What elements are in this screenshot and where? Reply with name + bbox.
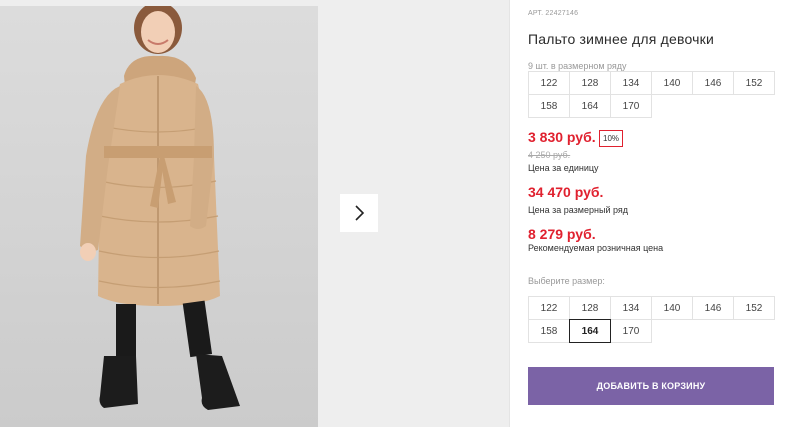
chevron-right-icon (355, 205, 365, 221)
retail-price-note: Рекомендуемая розничная цена (528, 243, 664, 253)
size-option[interactable]: 128 (569, 296, 611, 320)
retail-price: 8 279 руб. (528, 226, 596, 242)
size-option[interactable]: 158 (528, 319, 570, 343)
pack-size-item: 134 (610, 71, 652, 95)
size-selector: 122 128 134 140 146 152 158 164 170 (528, 296, 775, 343)
product-gallery (0, 0, 509, 427)
pack-size-item: 122 (528, 71, 570, 95)
old-price: 4 250 руб. (528, 150, 571, 160)
size-option[interactable]: 170 (610, 319, 652, 343)
panel-divider (509, 0, 510, 427)
size-option[interactable]: 134 (610, 296, 652, 320)
size-option-selected[interactable]: 164 (569, 319, 611, 343)
pack-size-item: 146 (692, 71, 734, 95)
pack-size-list: 122 128 134 140 146 152 158 164 170 (528, 71, 775, 118)
discount-badge: 10% (599, 130, 624, 147)
pack-size-item: 170 (610, 94, 652, 118)
pack-size-item: 158 (528, 94, 570, 118)
pack-price-note: Цена за размерный ряд (528, 205, 629, 215)
choose-size-label: Выберите размер: (528, 276, 605, 286)
unit-price-note: Цена за единицу (528, 163, 599, 173)
product-sku: АРТ. 22427146 (528, 10, 579, 17)
girl-coat-illustration (80, 6, 240, 410)
size-option[interactable]: 152 (733, 296, 775, 320)
pack-size-item: 152 (733, 71, 775, 95)
size-option[interactable]: 140 (651, 296, 693, 320)
pack-size-item: 128 (569, 71, 611, 95)
pack-price: 34 470 руб. (528, 184, 604, 200)
pack-size-item: 164 (569, 94, 611, 118)
pack-size-label: 9 шт. в размерном ряду (528, 61, 627, 71)
product-photo[interactable] (0, 6, 318, 427)
size-option[interactable]: 146 (692, 296, 734, 320)
unit-price: 3 830 руб. (528, 129, 596, 145)
product-title: Пальто зимнее для девочки (528, 31, 714, 47)
pack-size-item: 140 (651, 71, 693, 95)
add-to-cart-button[interactable]: ДОБАВИТЬ В КОРЗИНУ (528, 367, 774, 405)
next-image-button[interactable] (340, 194, 378, 232)
size-option[interactable]: 122 (528, 296, 570, 320)
